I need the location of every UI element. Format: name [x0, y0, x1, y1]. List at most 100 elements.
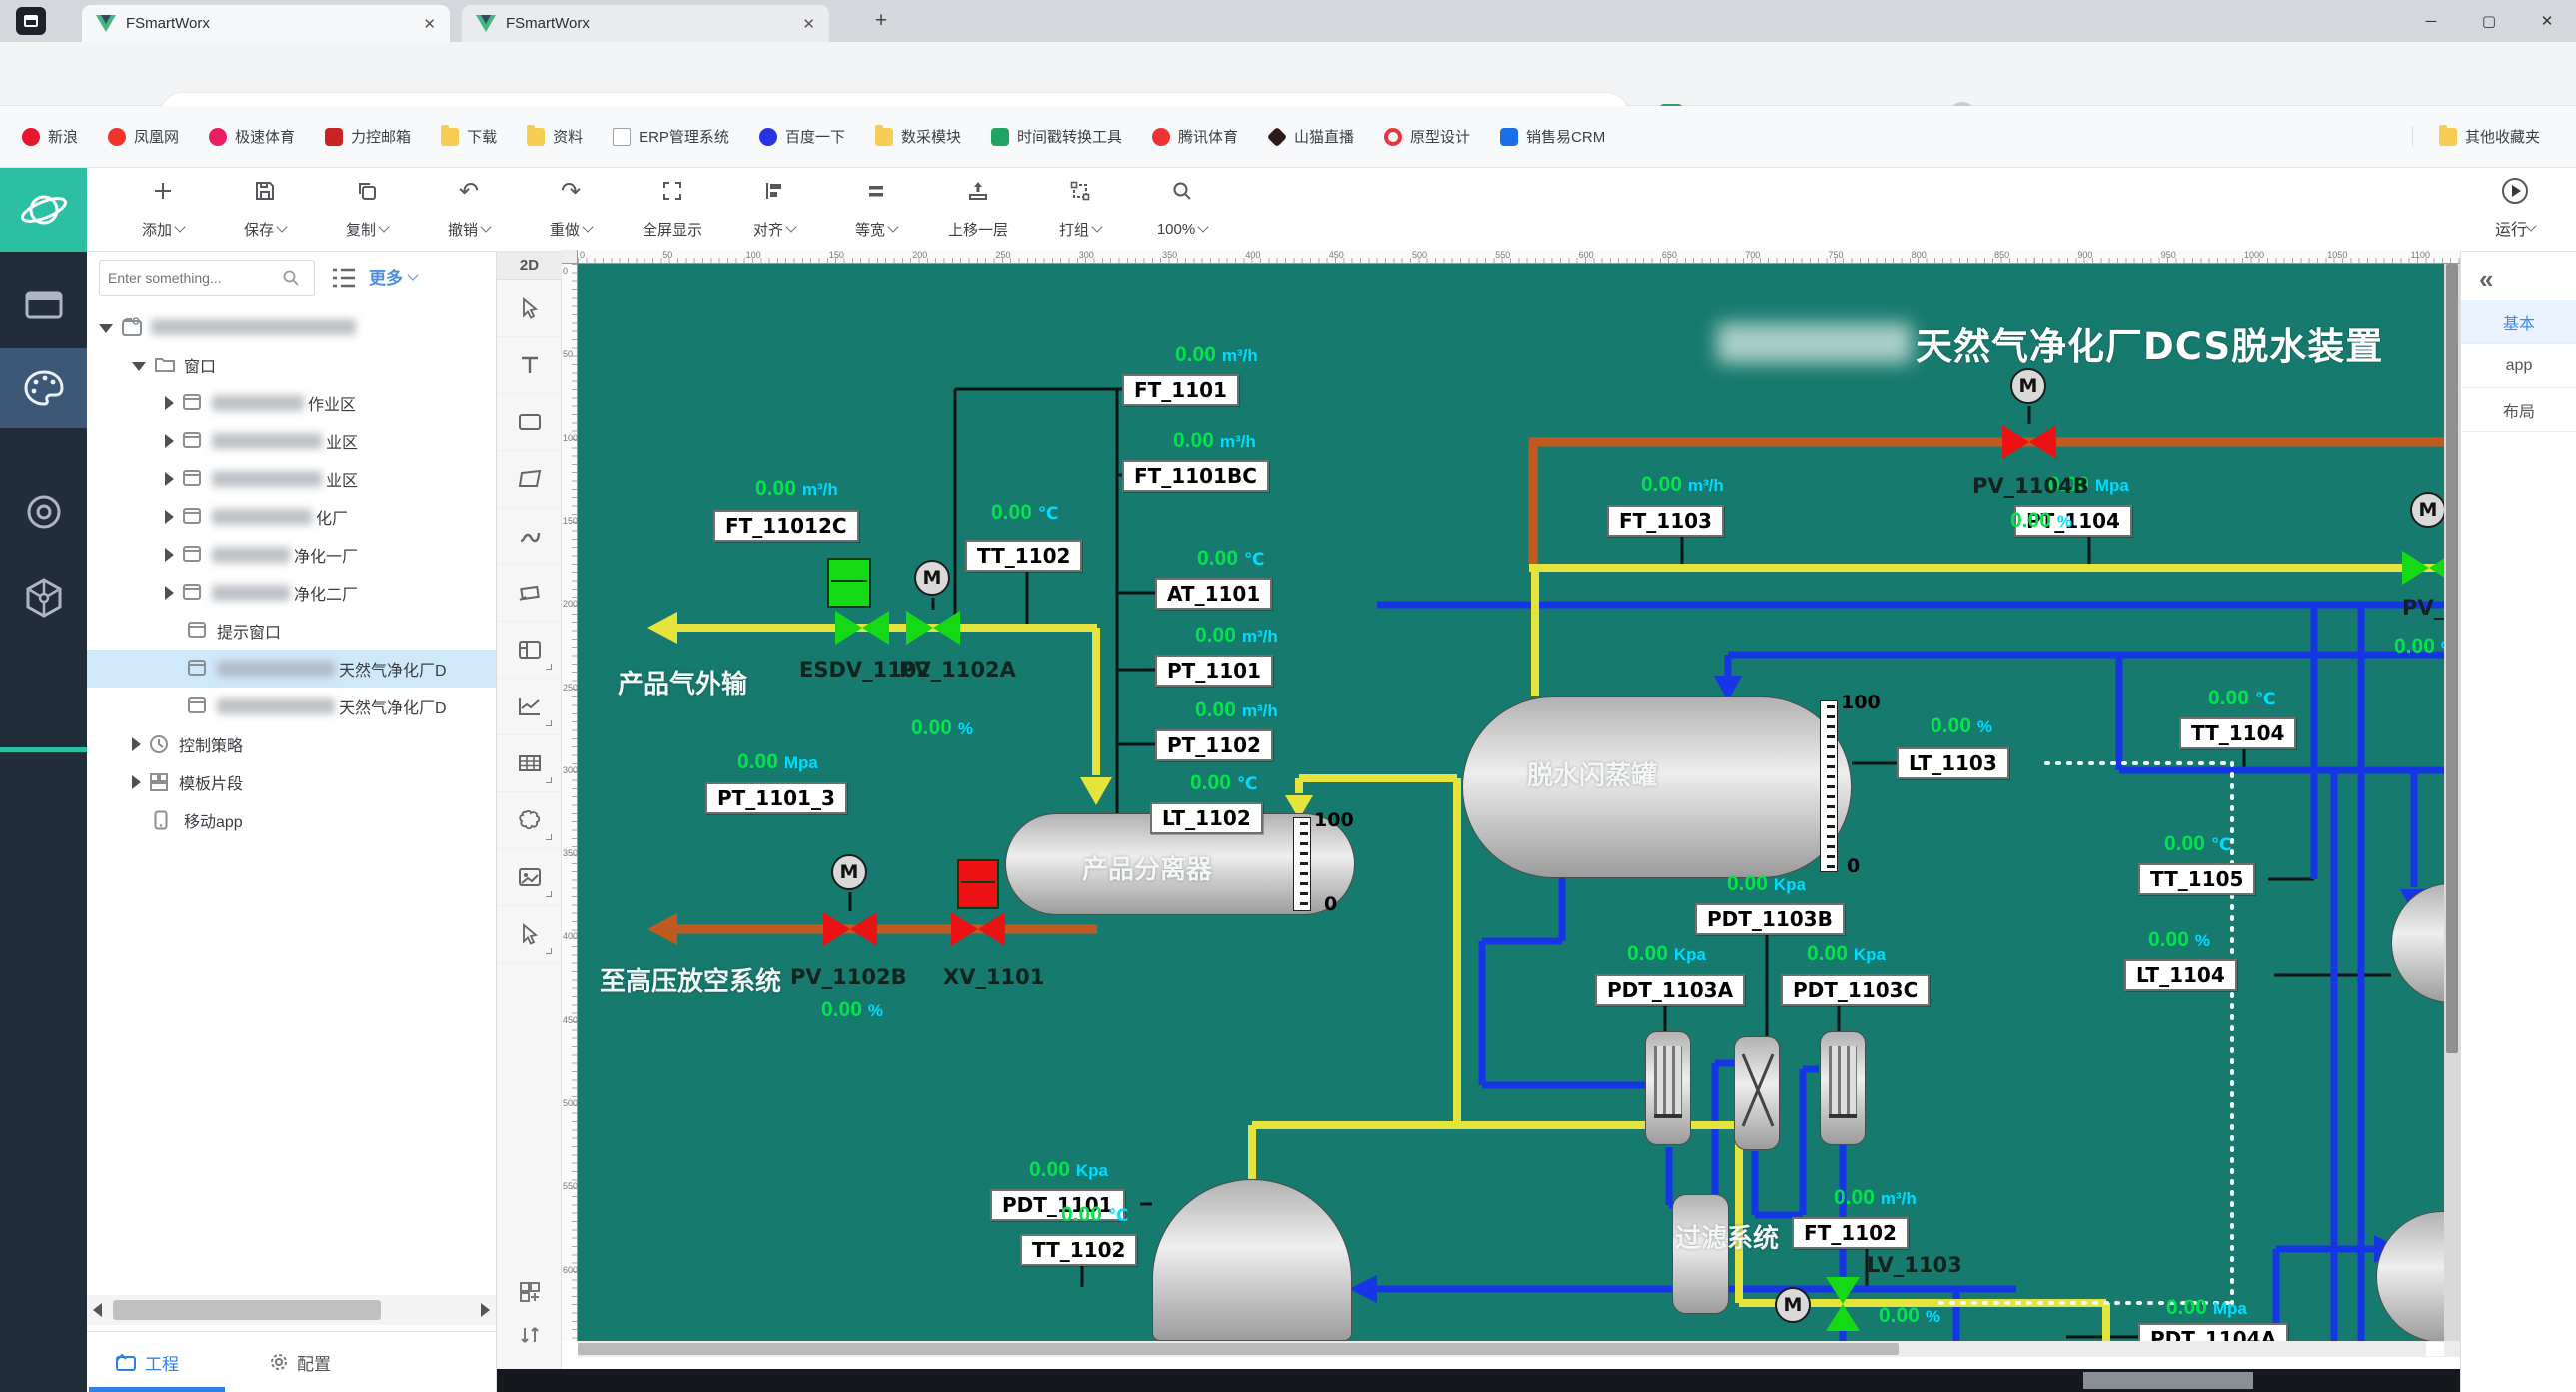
tool-transform-button[interactable]	[497, 565, 562, 622]
tool-chart-button[interactable]	[497, 679, 562, 735]
window-minimize-button[interactable]: ─	[2402, 0, 2460, 42]
hmi-canvas[interactable]: 天然气净化厂DCS脱水装置 10001000产品分离器脱水闪蒸罐0.00m³/h…	[578, 264, 2460, 1341]
sidebar-item-screens[interactable]	[0, 270, 87, 342]
run-button[interactable]: 运行	[2470, 178, 2560, 247]
value-TT_1102[interactable]: 0.00℃	[1061, 1202, 1128, 1227]
bookmark-山猫直播[interactable]: 山猫直播	[1268, 126, 1354, 147]
filter-vessel-a[interactable]	[1645, 1031, 1691, 1145]
process-value[interactable]: 0.00%	[2010, 508, 2072, 533]
valve-PV_1104B[interactable]	[2002, 425, 2056, 459]
value-FT_1103[interactable]: 0.00m³/h	[1641, 472, 1724, 497]
value-FT_1102[interactable]: 0.00m³/h	[1834, 1185, 1917, 1210]
tree-expand-arrow[interactable]	[165, 510, 174, 524]
motor-icon[interactable]: M	[914, 560, 950, 596]
value-FT_1101BC[interactable]: 0.00m³/h	[1173, 428, 1256, 453]
tree-expand-arrow[interactable]	[132, 362, 146, 371]
sidebar-item-designer[interactable]	[0, 348, 87, 428]
tool-select-button[interactable]	[497, 280, 562, 337]
bookmark-新浪[interactable]: 新浪	[22, 126, 78, 147]
value-TT_1104[interactable]: 0.00℃	[2208, 686, 2275, 710]
value-PDT_1103A[interactable]: 0.00Kpa	[1627, 941, 1706, 966]
instrument-LT_1103[interactable]: LT_1103	[1897, 747, 2009, 779]
tool-component-button[interactable]	[497, 1271, 562, 1311]
tab-close-icon[interactable]: ✕	[802, 15, 815, 33]
instrument-TT_1104[interactable]: TT_1104	[2179, 717, 2296, 749]
instrument-TT_1105[interactable]: TT_1105	[2138, 863, 2255, 895]
instrument-PT_1101_3[interactable]: PT_1101_3	[705, 782, 847, 814]
panel-tab-布局[interactable]: 布局	[2461, 388, 2576, 432]
tree-item-净化一厂[interactable]: 净化一厂	[87, 536, 497, 574]
instrument-TT_1102[interactable]: TT_1102	[965, 540, 1082, 572]
tree-item-提示窗口[interactable]: 提示窗口	[87, 612, 497, 650]
value-FT_1101[interactable]: 0.00m³/h	[1175, 342, 1258, 367]
window-close-button[interactable]: ✕	[2518, 0, 2576, 42]
value-PT_1101_3[interactable]: 0.00Mpa	[737, 749, 818, 774]
value-TT_1105[interactable]: 0.00℃	[2164, 831, 2231, 856]
tab-close-icon[interactable]: ✕	[423, 15, 436, 33]
tree-item-天然气净化厂D[interactable]: 天然气净化厂D	[87, 688, 497, 725]
valve-XV_1101[interactable]	[951, 912, 1005, 946]
tool-swap-button[interactable]	[497, 1315, 562, 1355]
tree-horizontal-scrollbar[interactable]	[87, 1295, 496, 1325]
list-view-icon[interactable]	[331, 266, 357, 290]
panel-tab-app[interactable]: app	[2461, 344, 2576, 388]
tree-item-净化二厂[interactable]: 净化二厂	[87, 574, 497, 612]
bookmark-资料[interactable]: 资料	[527, 126, 583, 147]
toolbar-save-button[interactable]: 保存	[217, 178, 313, 248]
tab-config[interactable]: 配置	[269, 1350, 331, 1375]
tool-pipe-button[interactable]	[497, 508, 562, 565]
toolbar-copy-button[interactable]: 复制	[319, 178, 415, 248]
tree-item-移动app[interactable]: 移动app	[87, 801, 497, 839]
bookmark-ERP管理系统[interactable]: ERP管理系统	[613, 126, 729, 147]
tree-expand-arrow[interactable]	[165, 396, 174, 410]
sidebar-item-3d-model[interactable]	[0, 562, 87, 634]
process-value[interactable]: 0.00%	[911, 715, 973, 740]
instrument-PT_1102[interactable]: PT_1102	[1155, 729, 1273, 761]
browser-tab-2[interactable]: FSmartWorx ✕	[462, 5, 829, 42]
tree-item-天然气净化厂D[interactable]: 天然气净化厂D	[87, 650, 497, 688]
process-value[interactable]: 0.00%	[1879, 1303, 1940, 1328]
tab-actions-icon[interactable]	[16, 7, 46, 35]
instrument-TT_1102[interactable]: TT_1102	[1020, 1234, 1137, 1266]
tool-table-button[interactable]	[497, 735, 562, 792]
motor-icon[interactable]: M	[1775, 1287, 1811, 1323]
tool-widget-button[interactable]	[497, 622, 562, 679]
instrument-FT_1102[interactable]: FT_1102	[1792, 1217, 1909, 1249]
value-FT_11012C[interactable]: 0.00m³/h	[755, 476, 838, 501]
bookmark-数采模块[interactable]: 数采模块	[875, 126, 961, 147]
value-LT_1104[interactable]: 0.00%	[2148, 927, 2210, 952]
tree-item-窗口[interactable]: 窗口	[87, 346, 497, 384]
scroll-right-arrow[interactable]	[481, 1303, 490, 1317]
tree-expand-arrow[interactable]	[165, 434, 174, 448]
bookmark-极速体育[interactable]: 极速体育	[209, 126, 295, 147]
mode-2d-label[interactable]: 2D	[497, 252, 562, 280]
tree-item-业区[interactable]: 业区	[87, 422, 497, 460]
toolbar-zoom-button[interactable]: 100%	[1134, 178, 1230, 248]
value-TT_1102[interactable]: 0.00℃	[991, 500, 1058, 525]
tree-item-redacted[interactable]	[87, 308, 497, 346]
instrument-PDT_1103A[interactable]: PDT_1103A	[1595, 974, 1745, 1006]
tool-image-button[interactable]	[497, 849, 562, 906]
value-PDT_1101[interactable]: 0.00Kpa	[1029, 1157, 1108, 1182]
canvas-title[interactable]: 天然气净化厂DCS脱水装置	[1717, 316, 2383, 370]
bookmark-腾讯体育[interactable]: 腾讯体育	[1152, 126, 1238, 147]
value-LT_1102[interactable]: 0.00℃	[1190, 770, 1257, 795]
toolbar-layer-up-button[interactable]: 上移一层	[930, 178, 1026, 248]
tree-expand-arrow[interactable]	[165, 586, 174, 600]
browser-tab-1[interactable]: FSmartWorx ✕	[82, 5, 450, 42]
collapse-panel-icon[interactable]: «	[2479, 264, 2493, 295]
valve-PV_1102B[interactable]	[823, 912, 877, 946]
bookmark-百度一下[interactable]: 百度一下	[759, 126, 845, 147]
app-logo[interactable]	[0, 168, 87, 252]
instrument-LT_1104[interactable]: LT_1104	[2124, 959, 2237, 991]
tool-polygon-button[interactable]	[497, 451, 562, 508]
scroll-left-arrow[interactable]	[93, 1303, 102, 1317]
toolbar-fullscreen-button[interactable]: 全屏显示	[625, 178, 720, 248]
tree-expand-arrow[interactable]	[165, 548, 174, 562]
tree-search-box[interactable]	[99, 260, 315, 296]
tool-pointer-button[interactable]	[497, 906, 562, 963]
other-favorites-folder[interactable]: 其他收藏夹	[2412, 126, 2554, 147]
instrument-FT_11012C[interactable]: FT_11012C	[713, 510, 859, 542]
valve-ESDV_1102[interactable]	[835, 611, 889, 645]
window-maximize-button[interactable]: ▢	[2460, 0, 2518, 42]
